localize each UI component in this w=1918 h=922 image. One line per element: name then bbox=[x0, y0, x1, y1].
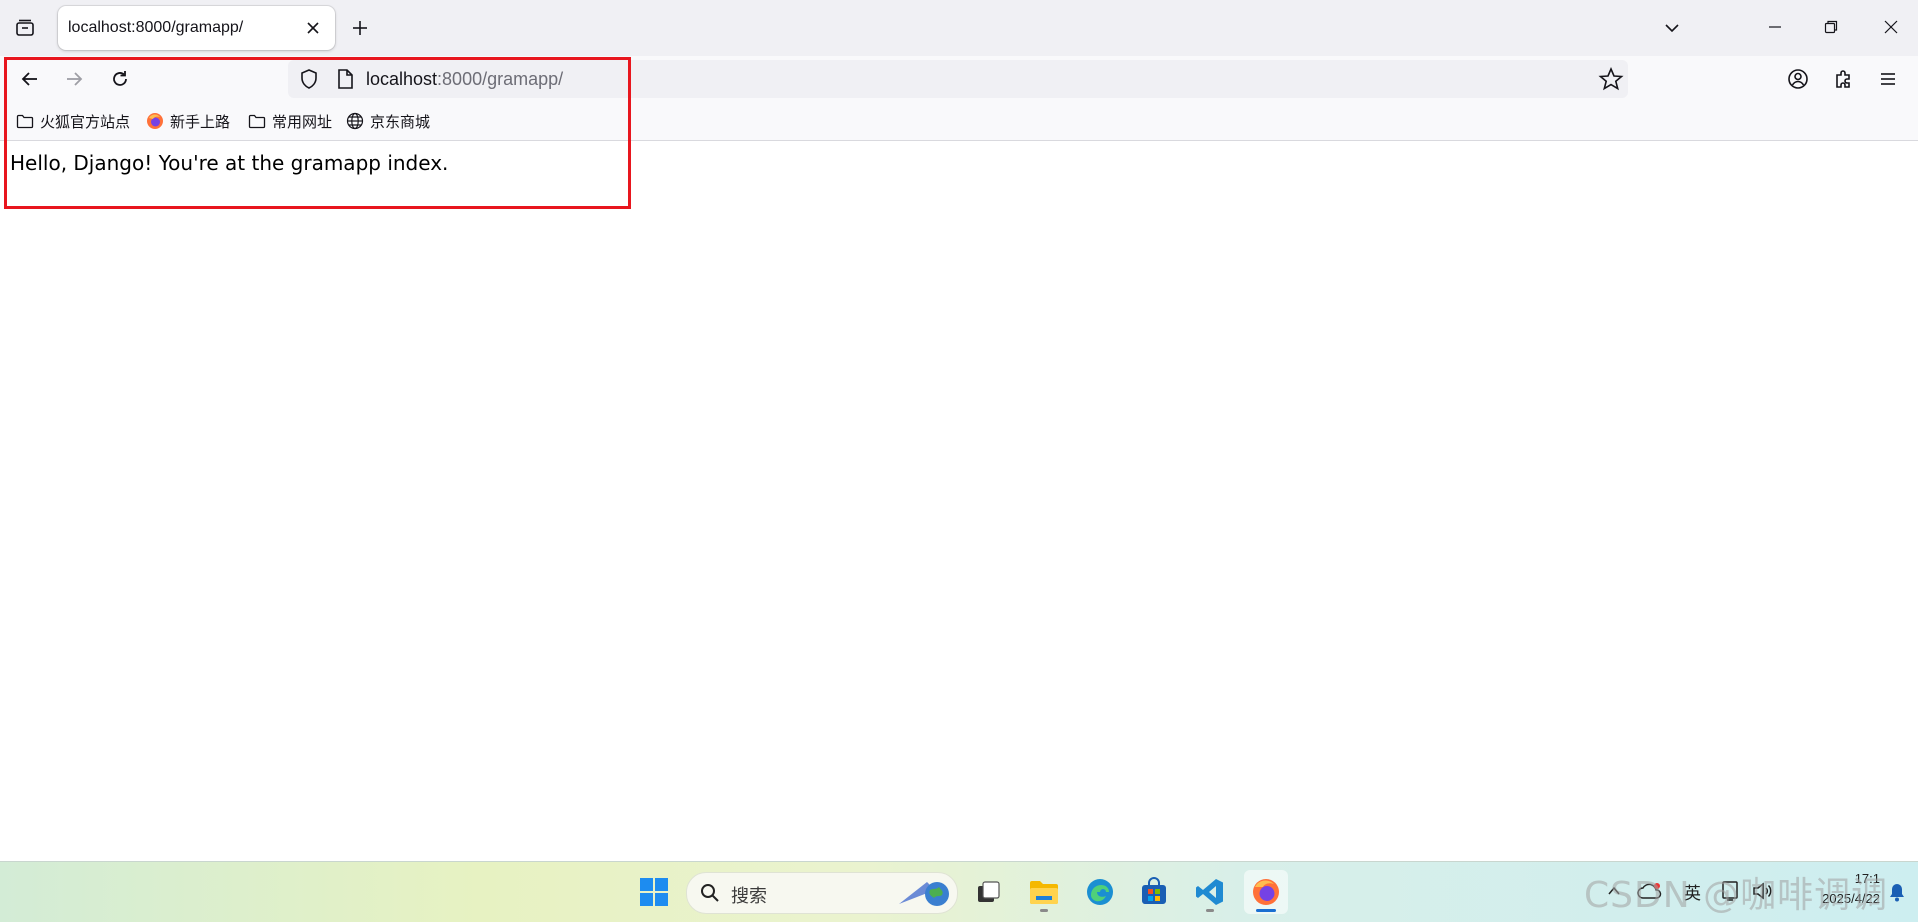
taskbar-vscode[interactable] bbox=[1188, 870, 1232, 914]
search-icon bbox=[701, 884, 719, 902]
navigation-toolbar: localhost:8000/gramapp/ bbox=[0, 56, 1918, 102]
folder-icon bbox=[248, 114, 266, 129]
chevron-down-icon bbox=[1665, 24, 1679, 33]
page-body-text: Hello, Django! You're at the gramapp ind… bbox=[10, 151, 449, 175]
account-icon bbox=[1788, 69, 1808, 89]
bookmark-label: 新手上路 bbox=[170, 113, 231, 131]
list-all-tabs-button[interactable] bbox=[1652, 8, 1692, 48]
back-button[interactable] bbox=[12, 61, 48, 97]
bookmark-jd-mall[interactable]: 京东商城 bbox=[342, 108, 434, 134]
taskbar-file-explorer[interactable] bbox=[1022, 870, 1066, 914]
tab-list-button[interactable] bbox=[6, 9, 44, 47]
reload-button[interactable] bbox=[102, 61, 138, 97]
store-icon bbox=[1142, 877, 1166, 904]
notification-bell-icon[interactable] bbox=[1886, 881, 1908, 903]
account-button[interactable] bbox=[1780, 61, 1816, 97]
tab-strip: localhost:8000/gramapp/ bbox=[0, 0, 1918, 56]
taskbar-firefox[interactable] bbox=[1244, 870, 1288, 914]
shield-icon[interactable] bbox=[298, 68, 320, 90]
running-indicator bbox=[1206, 909, 1214, 912]
tab-active[interactable]: localhost:8000/gramapp/ bbox=[58, 6, 335, 50]
globe-icon bbox=[346, 112, 364, 130]
taskbar-task-view[interactable] bbox=[966, 870, 1010, 914]
bookmark-label: 京东商城 bbox=[370, 113, 431, 131]
bookmark-label: 火狐官方站点 bbox=[40, 113, 131, 131]
firefox-icon bbox=[147, 113, 163, 129]
url-host: localhost bbox=[366, 69, 438, 89]
star-icon[interactable] bbox=[1598, 66, 1624, 92]
taskbar-microsoft-store[interactable] bbox=[1132, 870, 1176, 914]
folder-icon bbox=[16, 114, 34, 129]
close-icon bbox=[307, 22, 319, 34]
puzzle-icon bbox=[1836, 70, 1850, 88]
restore-icon bbox=[1824, 20, 1838, 34]
arrow-left-icon bbox=[21, 72, 37, 86]
restore-button[interactable] bbox=[1808, 0, 1854, 54]
minimize-icon bbox=[1769, 26, 1781, 28]
extensions-button[interactable] bbox=[1826, 61, 1862, 97]
firefox-icon bbox=[1253, 879, 1279, 905]
minimize-button[interactable] bbox=[1752, 0, 1798, 54]
watermark-text: CSDN @咖啡调调 bbox=[1584, 875, 1889, 916]
window-close-button[interactable] bbox=[1864, 0, 1918, 54]
task-view-icon bbox=[978, 881, 1000, 902]
bookmarks-toolbar: 火狐官方站点 新手上路 常用网址 京东商城 bbox=[0, 102, 1918, 141]
tab-list-icon bbox=[16, 19, 34, 36]
arrow-right-icon bbox=[67, 72, 83, 86]
bookmark-folder-common-sites[interactable]: 常用网址 bbox=[244, 108, 336, 134]
search-placeholder: 搜索 bbox=[731, 886, 767, 906]
bookmark-label: 常用网址 bbox=[272, 113, 333, 131]
edge-browser-icon bbox=[1087, 879, 1113, 905]
search-highlight-icon bbox=[899, 882, 949, 906]
new-tab-button[interactable] bbox=[342, 10, 378, 46]
bookmark-getting-started[interactable]: 新手上路 bbox=[142, 108, 234, 134]
reload-icon bbox=[113, 71, 127, 86]
windows-logo-icon bbox=[640, 878, 668, 906]
folder-icon bbox=[1030, 881, 1058, 904]
running-indicator bbox=[1040, 909, 1048, 912]
app-menu-button[interactable] bbox=[1870, 61, 1906, 97]
taskbar-edge[interactable] bbox=[1078, 870, 1122, 914]
running-indicator-active bbox=[1256, 909, 1276, 912]
forward-button[interactable] bbox=[56, 61, 92, 97]
page-icon[interactable] bbox=[334, 68, 356, 90]
taskbar-search-box[interactable]: 搜索 bbox=[686, 872, 958, 914]
url-path: :8000/gramapp/ bbox=[437, 69, 564, 89]
close-icon bbox=[1884, 20, 1898, 34]
url-text[interactable]: localhost:8000/gramapp/ bbox=[366, 69, 563, 90]
plus-icon bbox=[353, 21, 367, 35]
vscode-icon bbox=[1196, 879, 1223, 905]
tab-close-button[interactable] bbox=[297, 12, 329, 44]
address-bar[interactable]: localhost:8000/gramapp/ bbox=[288, 60, 1628, 98]
tab-title: localhost:8000/gramapp/ bbox=[68, 19, 244, 36]
bookmark-folder-firefox-official[interactable]: 火狐官方站点 bbox=[12, 108, 134, 134]
start-button[interactable] bbox=[632, 870, 676, 914]
hamburger-menu-icon bbox=[1881, 73, 1895, 85]
page-content: Hello, Django! You're at the gramapp ind… bbox=[0, 141, 1918, 861]
